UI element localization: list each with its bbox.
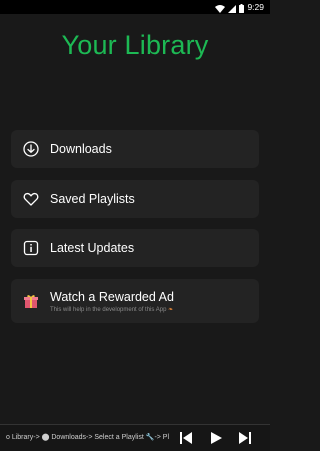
latest-updates-label: Latest Updates bbox=[50, 241, 135, 255]
heart-icon bbox=[23, 191, 39, 207]
download-icon bbox=[23, 141, 39, 157]
fox-emoji-icon: ❧ bbox=[168, 306, 174, 313]
skip-previous-icon[interactable] bbox=[178, 430, 194, 446]
status-time: 9:29 bbox=[247, 2, 264, 12]
battery-icon bbox=[239, 0, 245, 17]
info-icon bbox=[23, 240, 39, 256]
signal-icon bbox=[228, 0, 237, 17]
status-icons: 9:29 bbox=[215, 1, 264, 13]
page-title: Your Library bbox=[61, 30, 209, 60]
rewarded-ad-text: Watch a Rewarded Ad This will help in th… bbox=[50, 290, 174, 313]
latest-updates-button[interactable]: Latest Updates bbox=[11, 229, 259, 267]
play-icon[interactable] bbox=[208, 430, 224, 446]
saved-playlists-label: Saved Playlists bbox=[50, 192, 135, 206]
rewarded-ad-subtitle: This will help in the development of thi… bbox=[50, 306, 174, 313]
player-bar: o Library-> ⬤ Downloads-> Select a Playl… bbox=[0, 424, 270, 451]
rewarded-ad-button[interactable]: Watch a Rewarded Ad This will help in th… bbox=[11, 279, 259, 323]
downloads-button[interactable]: Downloads bbox=[11, 130, 259, 168]
status-bar: 9:29 bbox=[0, 0, 270, 14]
rewarded-ad-label: Watch a Rewarded Ad bbox=[50, 289, 174, 304]
now-playing-marquee: o Library-> ⬤ Downloads-> Select a Playl… bbox=[6, 434, 170, 441]
gift-icon bbox=[23, 293, 39, 309]
skip-next-icon[interactable] bbox=[237, 430, 253, 446]
downloads-label: Downloads bbox=[50, 142, 112, 156]
saved-playlists-button[interactable]: Saved Playlists bbox=[11, 180, 259, 218]
wifi-icon bbox=[215, 0, 226, 17]
